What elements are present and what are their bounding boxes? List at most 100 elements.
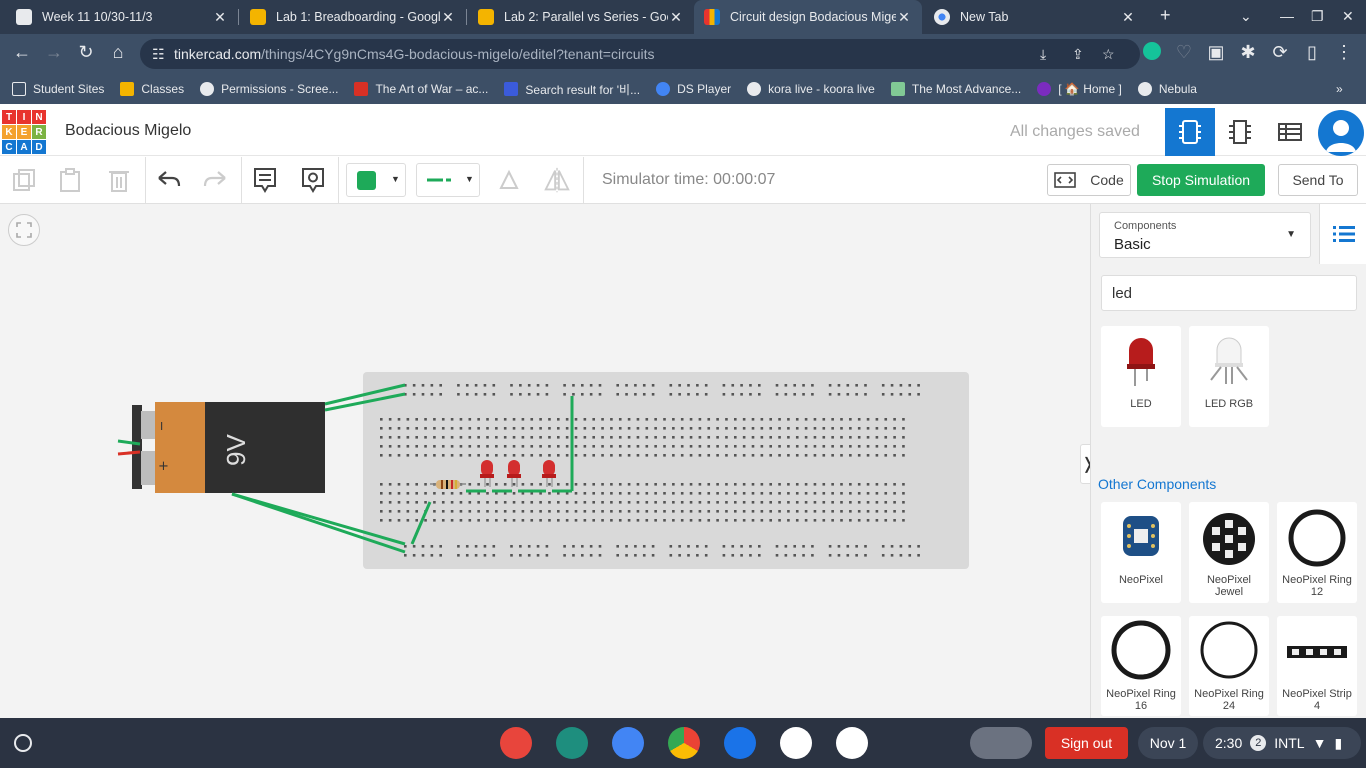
chrome-app-icon[interactable] (668, 727, 700, 759)
notes-visibility-icon[interactable] (298, 165, 328, 195)
component-card-neopixel-strip[interactable]: NeoPixel Strip 4 (1277, 616, 1357, 716)
address-bar[interactable]: ☷ tinkercad.com/things/4CYg9nCms4G-bodac… (140, 39, 1140, 69)
canvas-app-icon[interactable] (500, 727, 532, 759)
undo-icon[interactable] (154, 165, 184, 195)
files-app-icon[interactable] (724, 727, 756, 759)
close-icon[interactable]: ✕ (1120, 9, 1136, 26)
wire-type-dropdown[interactable]: ▼ (416, 163, 480, 197)
bookmark-item[interactable]: DS Player (656, 82, 731, 96)
component-card-neopixel-ring-24[interactable]: NeoPixel Ring 24 (1189, 616, 1269, 716)
extensions-puzzle-icon[interactable]: ✱ (1236, 42, 1260, 63)
component-label: 24 (1222, 700, 1236, 712)
bookmark-item[interactable]: Student Sites (12, 82, 104, 96)
tab-lab2[interactable]: Lab 2: Parallel vs Series - Goog ✕ (468, 0, 694, 34)
extension-icon[interactable]: ▣ (1204, 42, 1228, 63)
component-card-neopixel[interactable]: NeoPixel (1101, 502, 1181, 603)
extension-heart-icon[interactable]: ♡ (1172, 42, 1196, 63)
sign-out-button[interactable]: Sign out (1045, 727, 1128, 759)
bookmark-item[interactable]: Classes (120, 82, 184, 96)
list-icon (1332, 226, 1355, 242)
project-name[interactable]: Bodacious Migelo (65, 122, 191, 140)
battery-9v[interactable]: I + 9V (117, 402, 325, 493)
bookmark-item[interactable]: kora live - koora live (747, 82, 875, 96)
home-icon[interactable]: ⌂ (106, 42, 130, 63)
redo-icon[interactable] (200, 165, 230, 195)
more-bookmarks-icon[interactable]: » (1336, 82, 1343, 96)
component-card-led[interactable]: LED (1101, 326, 1181, 427)
rotate-icon[interactable] (494, 165, 524, 195)
components-dropdown[interactable]: Components Basic ▼ (1099, 212, 1311, 258)
neopixel-strip-icon (1287, 646, 1347, 658)
new-tab-icon[interactable]: + (1160, 5, 1171, 26)
logo-letter: D (32, 140, 46, 154)
bookmark-item[interactable]: Nebula (1137, 82, 1197, 96)
close-window-icon[interactable]: ✕ (1342, 8, 1354, 25)
notes-icon[interactable] (250, 165, 280, 195)
avatar[interactable] (1318, 110, 1364, 156)
restore-icon[interactable]: ❐ (1311, 8, 1324, 25)
bookmark-label: kora live - koora live (768, 82, 875, 96)
close-icon[interactable]: ✕ (212, 9, 228, 26)
component-card-neopixel-ring-12[interactable]: NeoPixel Ring 12 (1277, 502, 1357, 603)
component-card-neopixel-jewel[interactable]: NeoPixel Jewel (1189, 502, 1269, 603)
minimize-icon[interactable]: — (1280, 8, 1294, 24)
menu-icon[interactable]: ⋮ (1332, 42, 1356, 63)
tinkercad-logo[interactable]: T I N K E R C A D (2, 110, 46, 154)
bookmark-item[interactable]: [ 🏠 Home ] (1037, 82, 1122, 96)
site-info-icon[interactable]: ☷ (152, 46, 165, 63)
copy-icon[interactable] (9, 165, 39, 195)
launcher-icon[interactable] (14, 734, 32, 752)
back-icon[interactable]: ← (10, 42, 34, 63)
bookmark-item[interactable]: Search result for '비... (504, 81, 640, 98)
breadboard[interactable] (363, 372, 969, 569)
code-icon (1054, 172, 1077, 188)
close-icon[interactable]: ✕ (668, 9, 684, 26)
wire-color-dropdown[interactable]: ▼ (346, 163, 406, 197)
component-list-view-button[interactable] (1265, 108, 1315, 156)
status-tray[interactable]: 2:30 2 INTL ▼ ▮ (1203, 727, 1361, 759)
search-input[interactable]: led (1101, 275, 1357, 311)
tab-week11[interactable]: Week 11 10/30-11/3 ✕ (6, 0, 238, 34)
tab-lab1[interactable]: Lab 1: Breadboarding - Google ✕ (240, 0, 466, 34)
side-panel-icon[interactable]: ▯ (1300, 42, 1324, 63)
component-card-led-rgb[interactable]: LED RGB (1189, 326, 1269, 427)
circuit-view-button[interactable] (1165, 108, 1215, 156)
grammarly-icon[interactable] (1140, 42, 1164, 65)
bookmark-item[interactable]: The Art of War – ac... (354, 82, 488, 96)
component-card-neopixel-ring-16[interactable]: NeoPixel Ring 16 (1101, 616, 1181, 716)
date-tray[interactable]: Nov 1 (1138, 727, 1198, 759)
chevron-down-icon: ▼ (391, 174, 400, 184)
neopixel-ring-icon (1200, 621, 1258, 679)
sync-icon[interactable]: ⟳ (1268, 42, 1292, 63)
camera-app-icon[interactable] (612, 727, 644, 759)
other-components-heading[interactable]: Other Components (1098, 476, 1216, 492)
bookmark-label: Nebula (1158, 82, 1197, 96)
install-icon[interactable]: ⤓ (1040, 46, 1046, 63)
tab-new[interactable]: New Tab ✕ (924, 0, 1146, 34)
bookmark-item[interactable]: The Most Advance... (890, 82, 1021, 96)
forward-icon[interactable]: → (42, 42, 66, 63)
classroom-app-icon[interactable] (556, 727, 588, 759)
component-label: LED (1130, 398, 1152, 410)
stop-simulation-button[interactable]: Stop Simulation (1137, 164, 1265, 196)
code-button[interactable]: Code (1047, 164, 1131, 196)
close-icon[interactable]: ✕ (440, 9, 456, 26)
share-icon[interactable]: ⇪ (1072, 46, 1084, 63)
bookmark-star-icon[interactable]: ☆ (1102, 46, 1115, 63)
tab-circuit-design[interactable]: Circuit design Bodacious Mige ✕ (694, 0, 922, 34)
screencast-app-icon[interactable] (780, 727, 812, 759)
reload-icon[interactable]: ↻ (74, 42, 98, 63)
flip-icon[interactable] (542, 165, 572, 195)
bookmark-item[interactable]: Permissions - Scree... (200, 82, 338, 96)
holding-space-icon[interactable] (970, 727, 1032, 759)
send-to-button[interactable]: Send To (1278, 164, 1358, 196)
paste-icon[interactable] (55, 165, 85, 195)
close-icon[interactable]: ✕ (896, 9, 912, 26)
delete-icon[interactable] (104, 165, 134, 195)
list-view-button[interactable] (1319, 204, 1366, 264)
play-store-app-icon[interactable] (836, 727, 868, 759)
logo-letter: E (17, 125, 31, 139)
tab-search-icon[interactable]: ⌄ (1240, 8, 1252, 25)
schematic-view-button[interactable] (1215, 108, 1265, 156)
circuit-canvas[interactable]: I + 9V (0, 204, 1090, 718)
